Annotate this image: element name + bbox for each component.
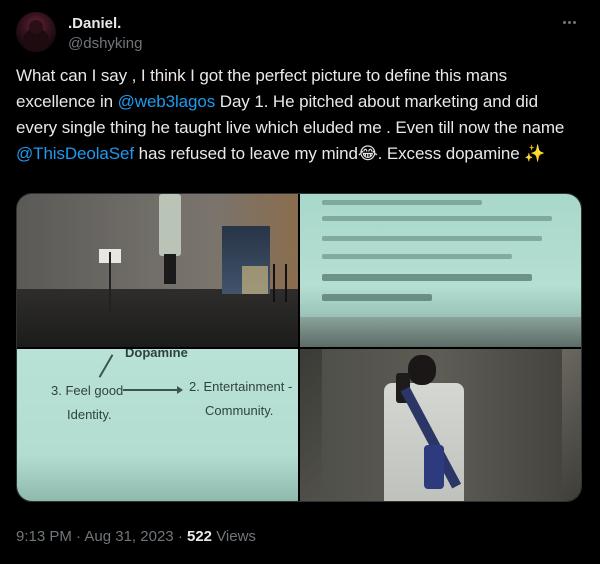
tweet-time[interactable]: 9:13 PM (16, 528, 72, 545)
diagram-label: Identity. (67, 406, 112, 422)
tweet-meta: 9:13 PM · Aug 31, 2023 · 522 Views (16, 527, 256, 547)
slide-line (322, 236, 542, 241)
diagram-top-word: Dopamine (125, 348, 188, 360)
tweet-text-segment: has refused to leave my mind😂. Excess do… (134, 144, 546, 163)
author-names: .Daniel. @dshyking (68, 14, 142, 53)
diagram-label: Community. (205, 402, 274, 418)
slide-line (322, 274, 532, 281)
diagram-label: 2. Entertainment - (189, 378, 293, 394)
tweet-date[interactable]: Aug 31, 2023 (84, 528, 173, 545)
diagram-arrow (123, 385, 183, 394)
slide-line (322, 200, 482, 205)
meta-separator: · (177, 528, 183, 545)
handle[interactable]: @dshyking (68, 34, 142, 53)
display-name[interactable]: .Daniel. (68, 14, 142, 33)
media-grid: Dopamine 3. Feel good Identity. 2. Enter… (16, 193, 582, 502)
more-horizontal-icon[interactable] (558, 14, 580, 30)
diagram-label: 3. Feel good (51, 382, 124, 398)
photo-selfie[interactable] (300, 348, 581, 501)
photo-slide[interactable] (300, 194, 581, 347)
photo-diagram[interactable]: Dopamine 3. Feel good Identity. 2. Enter… (17, 348, 298, 501)
tweet: .Daniel. @dshyking What can I say , I th… (0, 0, 600, 564)
mention-link[interactable]: @ThisDeolaSef (16, 144, 134, 163)
diagram-connector (98, 353, 114, 378)
slide-line (322, 216, 552, 221)
mention-link[interactable]: @web3lagos (118, 92, 216, 111)
photo-stage[interactable] (17, 194, 298, 347)
views-count: 522 (186, 528, 213, 545)
meta-separator: · (76, 528, 82, 545)
tweet-header: .Daniel. @dshyking (16, 12, 584, 56)
avatar[interactable] (16, 12, 56, 52)
views-label: Views (216, 528, 256, 545)
slide-line (322, 294, 432, 301)
tweet-text: What can I say , I think I got the perfe… (16, 63, 578, 167)
slide-line (322, 254, 512, 259)
slide-bottom (300, 316, 581, 347)
